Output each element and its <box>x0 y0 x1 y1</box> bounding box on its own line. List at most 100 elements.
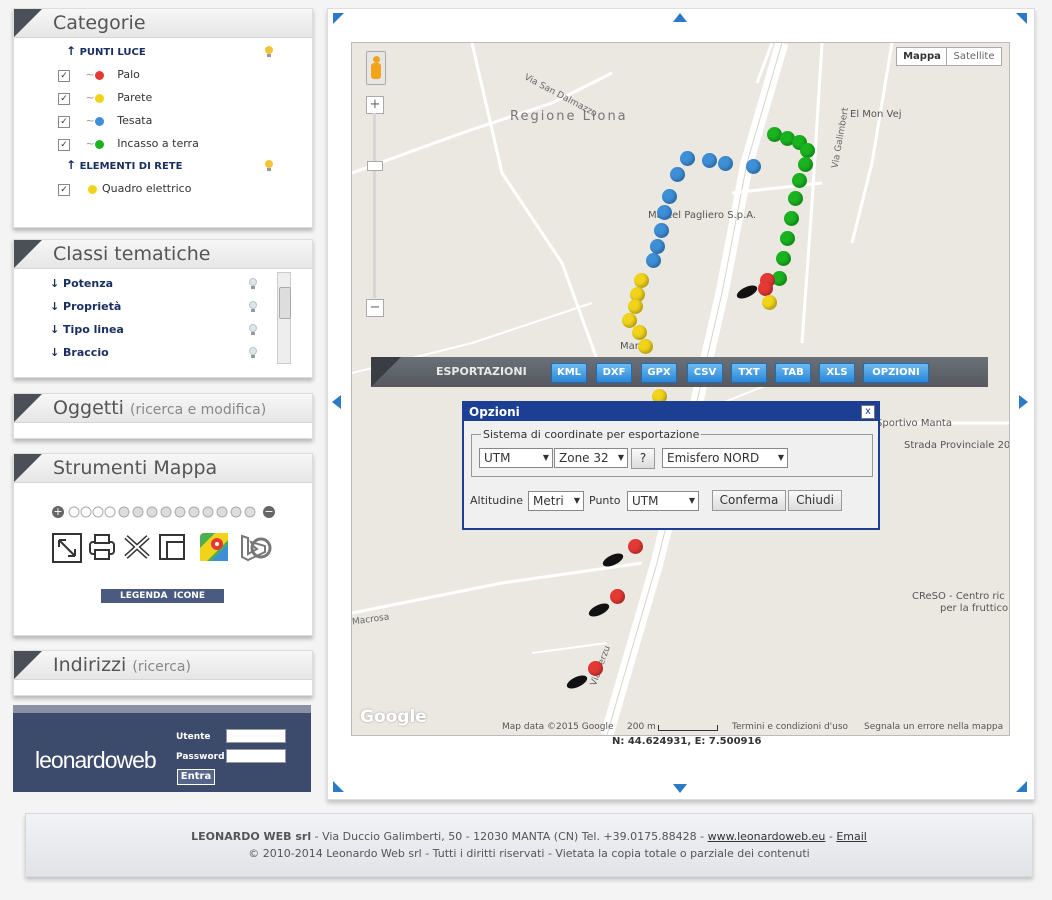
map-type-satellite-button[interactable]: Satellite <box>946 47 1002 66</box>
google-maps-icon[interactable] <box>199 532 229 562</box>
bulb-icon[interactable] <box>264 46 274 58</box>
tool-select-area-icon[interactable] <box>158 533 186 561</box>
marker-red[interactable] <box>758 281 773 296</box>
resize-corner-ne-icon[interactable] <box>1016 13 1027 24</box>
marker-red[interactable] <box>588 661 603 676</box>
pan-left-icon[interactable] <box>332 395 341 409</box>
map-canvas[interactable]: Regione Liona Via San Dalmazzo El Mon Ve… <box>351 42 1010 736</box>
resize-corner-nw-icon[interactable] <box>333 13 344 24</box>
tool-clear-icon[interactable] <box>122 533 152 561</box>
indirizzi-header[interactable]: Indirizzi (ricerca) <box>14 651 312 680</box>
tool-zoom-extent-icon[interactable] <box>52 533 82 563</box>
zone-select[interactable]: Zone 32 ▼ <box>554 448 628 468</box>
hemisphere-select[interactable]: Emisfero NORD ▼ <box>662 448 788 468</box>
marker-green[interactable] <box>788 191 803 206</box>
pegman-icon[interactable] <box>366 51 386 85</box>
elementi-rete-group[interactable]: ↑ ELEMENTI DI RETE <box>66 158 182 172</box>
marker-yellow[interactable] <box>638 339 653 354</box>
marker-green[interactable] <box>792 173 807 188</box>
footer-site-link[interactable]: www.leonardoweb.eu <box>708 830 826 843</box>
bing-maps-icon[interactable] <box>239 534 273 562</box>
theme-item-braccio[interactable]: ↓ Braccio <box>50 346 109 359</box>
bulb-icon[interactable] <box>248 324 258 336</box>
confirm-button[interactable]: Conferma <box>712 490 786 511</box>
scrollbar[interactable] <box>277 272 291 364</box>
category-item-incasso[interactable]: ✓ ~ Incasso a terra <box>58 137 199 151</box>
coordinate-system-select[interactable]: UTM ▼ <box>479 448 553 468</box>
map-zoom-in-icon[interactable]: + <box>366 96 384 114</box>
export-dxf-button[interactable]: DXF <box>596 363 632 383</box>
marker-green[interactable] <box>800 143 815 158</box>
marker-blue[interactable] <box>657 205 672 220</box>
theme-item-proprieta[interactable]: ↓ Proprietà <box>50 300 121 313</box>
close-button[interactable]: Chiudi <box>788 490 842 511</box>
marker-red[interactable] <box>610 589 625 604</box>
marker-blue[interactable] <box>718 156 733 171</box>
marker-green[interactable] <box>798 157 813 172</box>
classi-header[interactable]: Classi tematiche <box>14 240 312 269</box>
map-terms-link[interactable]: Termini e condizioni d'uso <box>732 722 848 732</box>
user-field[interactable] <box>226 729 286 743</box>
export-options-button[interactable]: OPZIONI <box>863 363 929 383</box>
category-item-palo[interactable]: ✓ ~ Palo <box>58 68 140 82</box>
theme-item-potenza[interactable]: ↓ Potenza <box>50 277 113 290</box>
point-select[interactable]: UTM ▼ <box>627 491 699 511</box>
tool-print-icon[interactable] <box>87 533 117 561</box>
pan-up-icon[interactable] <box>673 13 687 22</box>
categorie-header[interactable]: Categorie <box>14 9 312 38</box>
oggetti-header[interactable]: Oggetti (ricerca e modifica) <box>14 394 312 423</box>
help-button[interactable]: ? <box>631 448 655 469</box>
checkbox[interactable]: ✓ <box>58 184 70 196</box>
bulb-icon[interactable] <box>248 278 258 290</box>
close-icon[interactable]: x <box>861 405 875 419</box>
map-zoom-out-icon[interactable]: − <box>366 299 384 317</box>
punti-luce-group[interactable]: ↑ PUNTI LUCE <box>66 44 146 58</box>
marker-yellow[interactable] <box>762 295 777 310</box>
login-button[interactable]: Entra <box>177 769 215 785</box>
pan-down-icon[interactable] <box>673 784 687 793</box>
pan-right-icon[interactable] <box>1019 395 1028 409</box>
legend-button[interactable]: LEGENDA ICONE <box>101 589 224 603</box>
bulb-icon[interactable] <box>264 160 274 172</box>
resize-corner-sw-icon[interactable] <box>333 781 344 792</box>
bulb-icon[interactable] <box>248 347 258 359</box>
category-item-quadro[interactable]: ✓ Quadro elettrico <box>58 182 191 196</box>
export-txt-button[interactable]: TXT <box>731 363 767 383</box>
marker-blue[interactable] <box>662 189 677 204</box>
marker-yellow[interactable] <box>632 325 647 340</box>
marker-blue[interactable] <box>646 253 661 268</box>
marker-blue[interactable] <box>670 167 685 182</box>
export-kml-button[interactable]: KML <box>551 363 587 383</box>
marker-green[interactable] <box>780 231 795 246</box>
altitude-select[interactable]: Metri ▼ <box>528 491 584 511</box>
password-field[interactable] <box>226 749 286 763</box>
marker-blue[interactable] <box>702 153 717 168</box>
checkbox[interactable]: ✓ <box>58 116 70 128</box>
theme-item-tipo-linea[interactable]: ↓ Tipo linea <box>50 323 124 336</box>
marker-yellow[interactable] <box>628 299 643 314</box>
footer-email-link[interactable]: Email <box>836 830 867 843</box>
marker-blue[interactable] <box>650 239 665 254</box>
marker-blue[interactable] <box>654 223 669 238</box>
marker-green[interactable] <box>784 211 799 226</box>
checkbox[interactable]: ✓ <box>58 93 70 105</box>
marker-blue[interactable] <box>746 159 761 174</box>
strumenti-header[interactable]: Strumenti Mappa <box>14 454 312 483</box>
map-report-link[interactable]: Segnala un errore nella mappa <box>864 722 1003 732</box>
scrollbar-thumb[interactable] <box>279 287 291 319</box>
marker-green[interactable] <box>776 251 791 266</box>
export-gpx-button[interactable]: GPX <box>641 363 677 383</box>
checkbox[interactable]: ✓ <box>58 70 70 82</box>
map-type-map-button[interactable]: Mappa <box>896 47 948 66</box>
map-zoom-handle[interactable] <box>367 161 383 171</box>
zoom-slider[interactable]: + − <box>52 506 277 520</box>
marker-red[interactable] <box>628 539 643 554</box>
checkbox[interactable]: ✓ <box>58 139 70 151</box>
export-xls-button[interactable]: XLS <box>819 363 855 383</box>
map-zoom-track[interactable] <box>373 113 376 298</box>
export-csv-button[interactable]: CSV <box>687 363 723 383</box>
marker-blue[interactable] <box>680 151 695 166</box>
category-item-tesata[interactable]: ✓ ~ Tesata <box>58 114 152 128</box>
resize-corner-se-icon[interactable] <box>1016 781 1027 792</box>
category-item-parete[interactable]: ✓ ~ Parete <box>58 91 152 105</box>
